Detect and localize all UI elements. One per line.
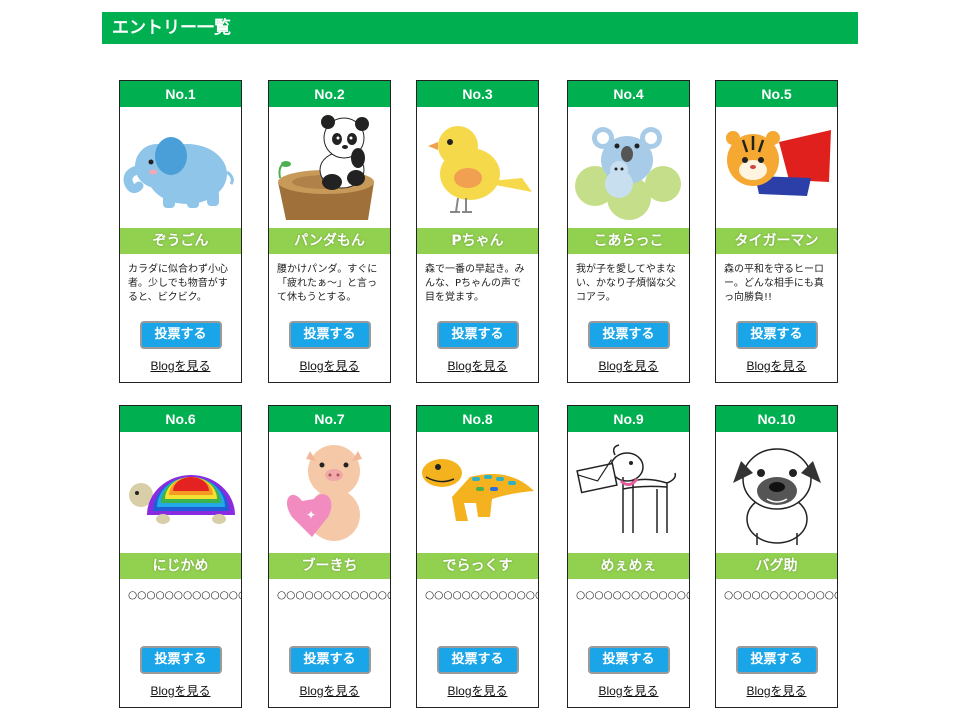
- entry-description: ○○○○○○○○○○○○○○○○○○○○○○○○: [425, 589, 538, 601]
- pug-icon: [716, 432, 837, 553]
- tiger-icon: [716, 107, 837, 228]
- entry-description: ○○○○○○○○○○○○○○○○○○○○○○○○: [724, 589, 837, 601]
- dinosaur-icon: [417, 432, 538, 553]
- entry-number: No.10: [716, 406, 837, 432]
- vote-button[interactable]: 投票する: [587, 321, 670, 349]
- entry-number: No.7: [269, 406, 390, 432]
- entry-name: パンダもん: [269, 228, 390, 254]
- svg-text:✦: ✦: [306, 508, 316, 522]
- vote-button[interactable]: 投票する: [288, 646, 371, 674]
- entry-card: No.7 ✦ ブーきち ○○○○○○○○○○○○○○○○○○○○○○○○ 投票す…: [268, 405, 391, 708]
- entry-name: にじかめ: [120, 553, 241, 579]
- entry-card: No.8 でらっくす ○○○○○○○○○○○○○○○○○○○○○○○○ 投票する…: [416, 405, 539, 708]
- entry-description: 腰かけパンダ。すぐに「疲れたぁ～」と言って休もうとする。: [277, 264, 378, 303]
- entry-card: No.9 めぇめぇ ○○○○○○○○○○○○○○○○○○○○○○○○ 投票する …: [567, 405, 690, 708]
- entry-number: No.4: [568, 81, 689, 107]
- entry-name: でらっくす: [417, 553, 538, 579]
- blog-link[interactable]: Blogを見る: [417, 682, 538, 699]
- entry-description: ○○○○○○○○○○○○○○○○○○○○○○○○: [277, 589, 390, 601]
- pig-icon: ✦: [269, 432, 390, 553]
- blog-link[interactable]: Blogを見る: [716, 682, 837, 699]
- vote-button[interactable]: 投票する: [139, 321, 222, 349]
- koala-icon: [568, 107, 689, 228]
- vote-button[interactable]: 投票する: [436, 646, 519, 674]
- entry-name: めぇめぇ: [568, 553, 689, 579]
- entry-name: ぞうごん: [120, 228, 241, 254]
- panda-icon: [269, 107, 390, 228]
- elephant-icon: [120, 107, 241, 228]
- entry-card: No.6 にじかめ ○○○○○○○○○○○○○○○○○○○○○○○○ 投票する …: [119, 405, 242, 708]
- entry-card: No.10 バグ助 ○○○○○○○○○○○○○○○○○○○○○○○○ 投票する …: [715, 405, 838, 708]
- entry-description: ○○○○○○○○○○○○○○○○○○○○○○○○: [576, 589, 689, 601]
- entry-card: No.1 ぞうごん カラダに似合わず小心者。少しでも物音がすると、ビクビク。 投…: [119, 80, 242, 383]
- entry-card: No.5 タイガーマン 森の平和を守るヒーロー。どんな相手にも真っ向勝負!! 投…: [715, 80, 838, 383]
- entry-number: No.2: [269, 81, 390, 107]
- vote-button[interactable]: 投票する: [288, 321, 371, 349]
- blog-link[interactable]: Blogを見る: [716, 357, 837, 374]
- entry-name: タイガーマン: [716, 228, 837, 254]
- entry-name: バグ助: [716, 553, 837, 579]
- entry-description: カラダに似合わず小心者。少しでも物音がすると、ビクビク。: [128, 264, 228, 303]
- entry-number: No.9: [568, 406, 689, 432]
- rainbow-turtle-icon: [120, 432, 241, 553]
- vote-button[interactable]: 投票する: [587, 646, 670, 674]
- blog-link[interactable]: Blogを見る: [568, 357, 689, 374]
- blog-link[interactable]: Blogを見る: [269, 682, 390, 699]
- entry-description: 森の平和を守るヒーロー。どんな相手にも真っ向勝負!!: [724, 264, 824, 303]
- vote-button[interactable]: 投票する: [735, 321, 818, 349]
- entry-description: ○○○○○○○○○○○○○○○○○○○○○○○○: [128, 589, 241, 601]
- entry-number: No.5: [716, 81, 837, 107]
- entry-number: No.3: [417, 81, 538, 107]
- blog-link[interactable]: Blogを見る: [269, 357, 390, 374]
- vote-button[interactable]: 投票する: [139, 646, 222, 674]
- entry-number: No.6: [120, 406, 241, 432]
- blog-link[interactable]: Blogを見る: [120, 682, 241, 699]
- blog-link[interactable]: Blogを見る: [417, 357, 538, 374]
- entry-card: No.2 パンダもん 腰かけパンダ。すぐに「疲れたぁ～」と言って休もうとする。 …: [268, 80, 391, 383]
- vote-button[interactable]: 投票する: [735, 646, 818, 674]
- entry-card: No.4 こあらっこ 我が子を愛してやまない、かなり子煩悩な父コアラ。 投票する…: [567, 80, 690, 383]
- blog-link[interactable]: Blogを見る: [568, 682, 689, 699]
- entry-grid: No.1 ぞうごん カラダに似合わず小心者。少しでも物音がすると、ビクビク。 投…: [0, 0, 960, 720]
- entry-name: ブーきち: [269, 553, 390, 579]
- vote-button[interactable]: 投票する: [436, 321, 519, 349]
- goat-icon: [568, 432, 689, 553]
- chick-icon: [417, 107, 538, 228]
- entry-name: Pちゃん: [417, 228, 538, 254]
- entry-card: No.3 Pちゃん 森で一番の早起き。みんな、Pちゃんの声で目を覚ます。 投票す…: [416, 80, 539, 383]
- entry-name: こあらっこ: [568, 228, 689, 254]
- entry-description: 森で一番の早起き。みんな、Pちゃんの声で目を覚ます。: [425, 264, 525, 303]
- entry-number: No.1: [120, 81, 241, 107]
- blog-link[interactable]: Blogを見る: [120, 357, 241, 374]
- entry-number: No.8: [417, 406, 538, 432]
- entry-description: 我が子を愛してやまない、かなり子煩悩な父コアラ。: [576, 264, 676, 303]
